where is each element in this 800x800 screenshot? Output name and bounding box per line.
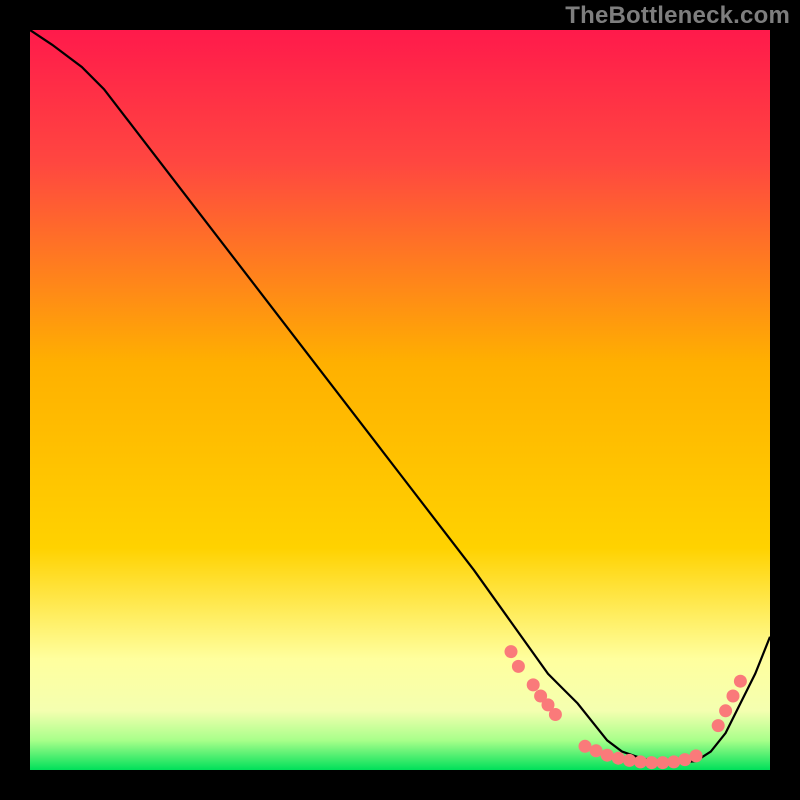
data-dot	[734, 675, 747, 688]
data-dot	[505, 645, 518, 658]
data-dot	[645, 756, 658, 769]
data-dot	[656, 756, 669, 769]
data-dot	[634, 755, 647, 768]
data-dot	[601, 749, 614, 762]
data-dot	[549, 708, 562, 721]
watermark-text: TheBottleneck.com	[565, 2, 790, 30]
data-dot	[527, 678, 540, 691]
data-dot	[690, 749, 703, 762]
data-dot	[727, 690, 740, 703]
gradient-bg	[30, 30, 770, 770]
data-dot	[512, 660, 525, 673]
data-dot	[612, 752, 625, 765]
data-dot	[623, 754, 636, 767]
data-dot	[719, 704, 732, 717]
chart-svg	[30, 30, 770, 770]
data-dot	[678, 753, 691, 766]
data-dot	[667, 755, 680, 768]
data-dot	[712, 719, 725, 732]
data-dot	[579, 740, 592, 753]
plot-area	[30, 30, 770, 770]
data-dot	[590, 744, 603, 757]
chart-frame: TheBottleneck.com	[0, 0, 800, 800]
